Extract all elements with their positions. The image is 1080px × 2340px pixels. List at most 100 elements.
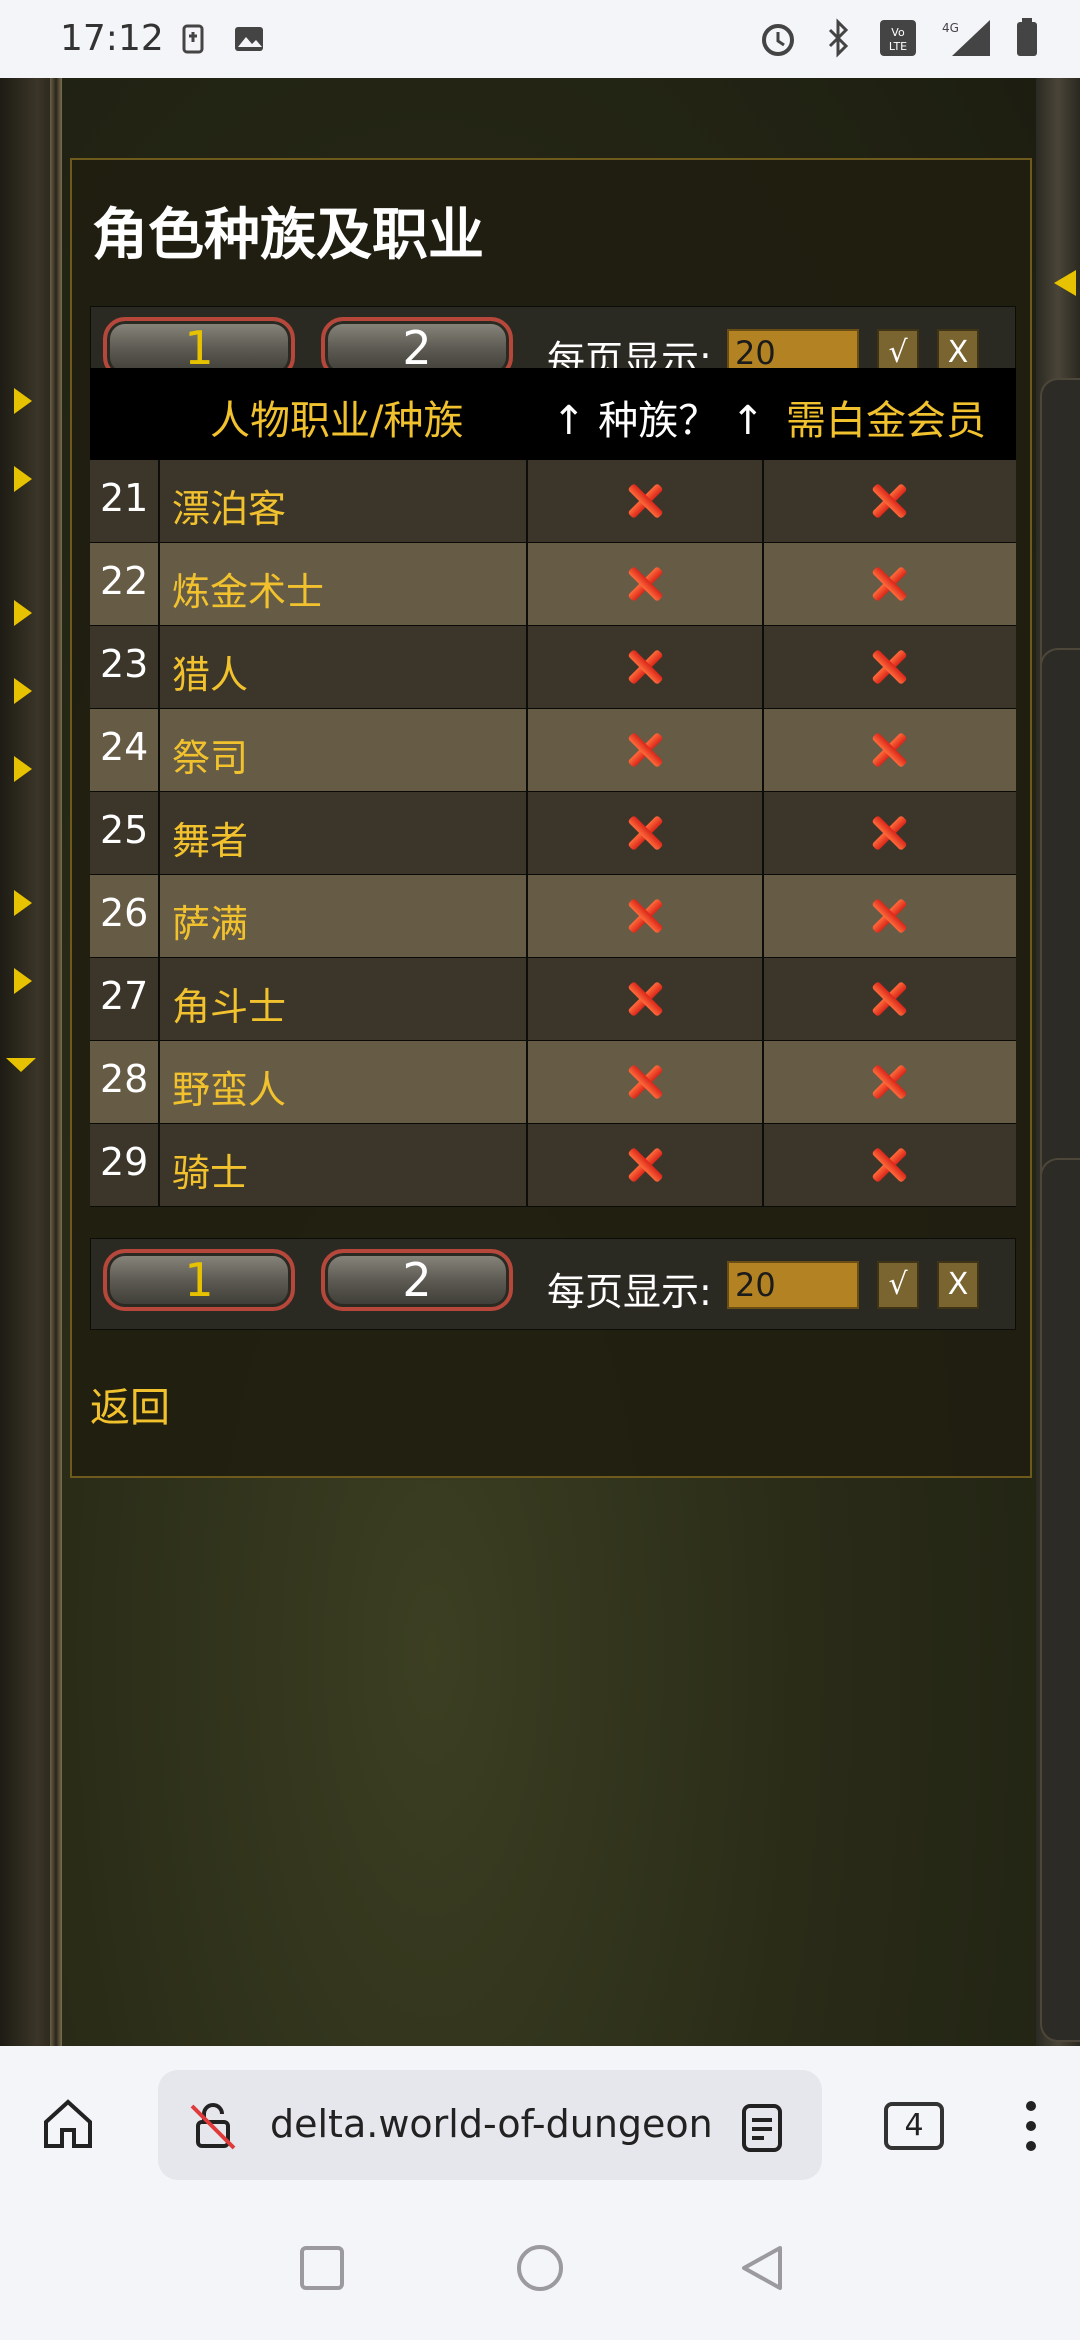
url-text[interactable]: delta.world-of-dungeons bbox=[270, 2102, 710, 2146]
cross-icon bbox=[870, 980, 908, 1018]
race-cell bbox=[528, 875, 764, 958]
reader-mode-icon[interactable] bbox=[738, 2102, 786, 2154]
race-cell bbox=[528, 1124, 764, 1207]
cross-icon bbox=[626, 1146, 664, 1184]
table-row: 22 炼金术士 bbox=[90, 543, 1016, 626]
home-nav-icon[interactable] bbox=[514, 2242, 566, 2294]
class-name-cell: 骑士 bbox=[160, 1124, 528, 1207]
per-page-label: 每页显示: bbox=[547, 1270, 712, 1314]
class-name-link[interactable]: 炼金术士 bbox=[172, 561, 324, 616]
race-cell bbox=[528, 543, 764, 626]
header-platinum[interactable]: 需白金会员 bbox=[786, 388, 986, 446]
class-name-cell: 祭司 bbox=[160, 709, 528, 792]
nav-arrow-icon[interactable] bbox=[14, 388, 32, 414]
table-body: 21 漂泊客 22 炼金术士 23 猎人 24 祭司 25 舞者 26 萨满 27 角斗士 28 野蛮人 29 骑… bbox=[90, 460, 1016, 1207]
race-cell bbox=[528, 626, 764, 709]
more-menu-icon[interactable] bbox=[1024, 2098, 1038, 2154]
tab-count-button[interactable]: 4 bbox=[884, 2102, 944, 2150]
table-row: 27 角斗士 bbox=[90, 958, 1016, 1041]
table-row: 24 祭司 bbox=[90, 709, 1016, 792]
cross-icon bbox=[626, 980, 664, 1018]
class-name-link[interactable]: 骑士 bbox=[172, 1142, 248, 1197]
nav-arrow-icon[interactable] bbox=[14, 466, 32, 492]
class-name-cell: 漂泊客 bbox=[160, 460, 528, 543]
recents-icon[interactable] bbox=[298, 2244, 346, 2292]
home-icon[interactable] bbox=[40, 2096, 96, 2152]
row-number-cell: 26 bbox=[90, 875, 160, 958]
insecure-lock-icon[interactable] bbox=[188, 2100, 240, 2152]
row-number: 24 bbox=[100, 725, 149, 769]
game-viewport: 角色种族及职业 1 2 每页显示: 20 √ X 人物职业/种族 ↑ 种族？ ↑… bbox=[0, 78, 1080, 2046]
nav-arrow-icon[interactable] bbox=[14, 968, 32, 994]
nav-arrow-icon[interactable] bbox=[14, 678, 32, 704]
clock: 17:12 bbox=[60, 18, 164, 59]
class-name-link[interactable]: 祭司 bbox=[172, 727, 248, 782]
row-number: 21 bbox=[100, 476, 149, 520]
image-icon bbox=[235, 27, 263, 51]
browser-toolbar: delta.world-of-dungeons 4 bbox=[0, 2046, 1080, 2188]
url-bar[interactable]: delta.world-of-dungeons bbox=[158, 2070, 822, 2180]
row-number-cell: 24 bbox=[90, 709, 160, 792]
bluetooth-icon bbox=[828, 18, 849, 58]
pager-bottom: 1 2 每页显示: 20 √ X bbox=[90, 1238, 1016, 1330]
cross-icon bbox=[626, 814, 664, 852]
notification-icon bbox=[182, 24, 204, 54]
table-row: 23 猎人 bbox=[90, 626, 1016, 709]
header-race[interactable]: ↑ 种族？ ↑ bbox=[552, 388, 764, 446]
row-number-cell: 28 bbox=[90, 1041, 160, 1124]
row-number: 29 bbox=[100, 1140, 149, 1184]
back-nav-icon[interactable] bbox=[736, 2242, 788, 2294]
race-cell bbox=[528, 709, 764, 792]
right-arrow-icon[interactable] bbox=[1052, 268, 1080, 298]
class-name-link[interactable]: 漂泊客 bbox=[172, 478, 286, 533]
page-title: 角色种族及职业 bbox=[92, 203, 484, 268]
class-name-cell: 舞者 bbox=[160, 792, 528, 875]
cross-icon bbox=[626, 648, 664, 686]
header-name[interactable]: 人物职业/种族 bbox=[210, 388, 463, 446]
left-rail bbox=[50, 78, 62, 2046]
row-number: 27 bbox=[100, 974, 149, 1018]
class-name-link[interactable]: 猎人 bbox=[172, 644, 248, 699]
platinum-cell bbox=[764, 543, 1016, 626]
cross-icon bbox=[626, 897, 664, 935]
right-side-panel bbox=[1040, 1158, 1080, 2042]
system-nav-bar bbox=[0, 2188, 1080, 2340]
page-button-1[interactable]: 1 bbox=[103, 1249, 295, 1311]
class-name-cell: 炼金术士 bbox=[160, 543, 528, 626]
row-number-cell: 27 bbox=[90, 958, 160, 1041]
cross-icon bbox=[870, 897, 908, 935]
class-name-link[interactable]: 角斗士 bbox=[172, 976, 286, 1031]
platinum-cell bbox=[764, 1041, 1016, 1124]
svg-text:Vo: Vo bbox=[891, 26, 905, 39]
class-name-cell: 猎人 bbox=[160, 626, 528, 709]
per-page-confirm-button[interactable]: √ bbox=[877, 1261, 919, 1309]
row-number: 28 bbox=[100, 1057, 149, 1101]
class-name-link[interactable]: 萨满 bbox=[172, 893, 248, 948]
cross-icon bbox=[626, 1063, 664, 1101]
nav-arrow-icon[interactable] bbox=[14, 890, 32, 916]
table-header: 人物职业/种族 ↑ 种族？ ↑ 需白金会员 bbox=[90, 368, 1016, 460]
page-button-2[interactable]: 2 bbox=[321, 1249, 513, 1311]
cross-icon bbox=[626, 565, 664, 603]
platinum-cell bbox=[764, 958, 1016, 1041]
row-number: 25 bbox=[100, 808, 149, 852]
class-name-link[interactable]: 野蛮人 bbox=[172, 1059, 286, 1114]
back-link[interactable]: 返回 bbox=[90, 1375, 170, 1433]
class-table: 人物职业/种族 ↑ 种族？ ↑ 需白金会员 21 漂泊客 22 炼金术士 23 猎人 24 祭… bbox=[90, 368, 1016, 1207]
class-name-cell: 角斗士 bbox=[160, 958, 528, 1041]
class-name-link[interactable]: 舞者 bbox=[172, 810, 248, 865]
class-name-cell: 野蛮人 bbox=[160, 1041, 528, 1124]
signal-4g-icon: 4G bbox=[942, 20, 990, 56]
per-page-clear-button[interactable]: X bbox=[937, 1261, 979, 1309]
right-side-panel bbox=[1040, 648, 1080, 1192]
nav-arrow-down-icon[interactable] bbox=[6, 1058, 36, 1072]
status-bar: 17:12 Vo LTE 4G bbox=[0, 0, 1080, 78]
nav-arrow-icon[interactable] bbox=[14, 600, 32, 626]
nav-arrow-icon[interactable] bbox=[14, 756, 32, 782]
platinum-cell bbox=[764, 626, 1016, 709]
cross-icon bbox=[626, 731, 664, 769]
per-page-input[interactable]: 20 bbox=[727, 1261, 859, 1309]
cross-icon bbox=[870, 565, 908, 603]
row-number: 23 bbox=[100, 642, 149, 686]
row-number-cell: 22 bbox=[90, 543, 160, 626]
